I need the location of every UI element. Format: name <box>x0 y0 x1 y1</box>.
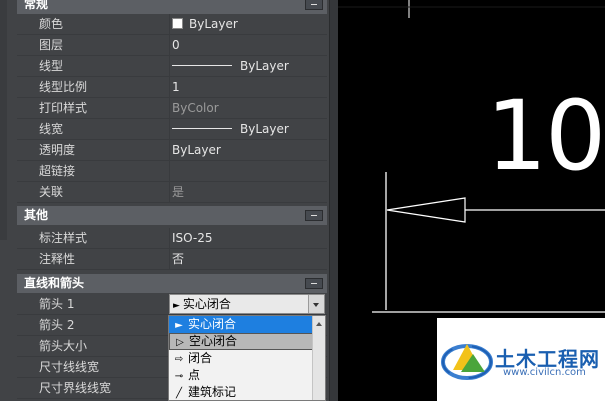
collapse-toggle-icon[interactable] <box>305 0 323 10</box>
collapse-toggle-icon[interactable] <box>305 278 323 289</box>
section-title-general: 常规 <box>24 0 49 11</box>
property-label: 注释性 <box>39 252 76 266</box>
option-label: 空心闭合 <box>189 334 238 348</box>
section-header-other[interactable]: 其他 <box>17 206 327 225</box>
arrow1-combo[interactable]: ► 实心闭合 <box>169 294 325 314</box>
property-label: 关联 <box>39 185 64 199</box>
property-label: 箭头 2 <box>39 318 75 332</box>
arrow-type-dropdown[interactable]: ► 实心闭合 ▷ 空心闭合 ⇨ 闭合 ⊸ 点 ╱ 建筑标记 <box>168 315 326 401</box>
property-row-annotative[interactable]: 注释性 否 <box>17 249 327 270</box>
hollow-arrow-icon: ▷ <box>176 337 184 348</box>
collapse-toggle-icon[interactable] <box>305 210 323 221</box>
dimension-text[interactable]: 10 <box>486 88 605 184</box>
property-value[interactable]: ByLayer <box>169 119 327 139</box>
option-label: 实心闭合 <box>188 317 237 331</box>
property-value[interactable]: ByLayer <box>169 56 327 76</box>
property-value: ByColor <box>169 98 327 118</box>
property-value[interactable]: 否 <box>169 249 327 269</box>
chevron-down-icon[interactable] <box>308 295 324 313</box>
section-header-lines-arrows[interactable]: 直线和箭头 <box>17 274 327 293</box>
arrow1-value: 实心闭合 <box>182 297 231 311</box>
property-label: 打印样式 <box>39 101 88 115</box>
solid-arrow-icon: ► <box>175 320 183 331</box>
property-row-associative[interactable]: 关联 是 <box>17 182 327 203</box>
dropdown-option-dot[interactable]: ⊸ 点 <box>169 367 325 384</box>
option-label: 点 <box>188 368 201 382</box>
option-label: 建筑标记 <box>188 385 237 399</box>
dropdown-option-closed[interactable]: ⇨ 闭合 <box>169 350 325 367</box>
property-label: 箭头 1 <box>39 297 75 311</box>
dot-icon: ⊸ <box>174 371 184 382</box>
palette-left-strip <box>0 0 7 240</box>
property-row-hyperlink[interactable]: 超链接 <box>17 161 327 182</box>
drawing-canvas[interactable]: 10 土木工程网 www.civilcn.com <box>338 0 605 401</box>
property-row-color[interactable]: 颜色 ByLayer <box>17 14 327 35</box>
dimension-arrowhead-icon <box>386 197 466 223</box>
property-row-linetype[interactable]: 线型 ByLayer <box>17 56 327 77</box>
color-swatch-icon <box>172 18 183 29</box>
civilcn-logo-icon <box>441 344 493 380</box>
lineweight-preview-icon <box>172 128 232 129</box>
property-value: 是 <box>169 182 327 202</box>
dropdown-option-arch-tick[interactable]: ╱ 建筑标记 <box>169 384 325 400</box>
section-title-other: 其他 <box>24 208 49 222</box>
watermark-url: www.civilcn.com <box>503 367 586 378</box>
lineweight-value: ByLayer <box>240 122 289 136</box>
property-label: 箭头大小 <box>39 339 88 353</box>
property-row-lineweight[interactable]: 线宽 ByLayer <box>17 119 327 140</box>
property-row-layer[interactable]: 图层 0 <box>17 35 327 56</box>
dropdown-option-solid-closed[interactable]: ► 实心闭合 <box>169 316 325 333</box>
section-header-general[interactable]: 常规 <box>17 0 327 14</box>
properties-palette: 常规 颜色 ByLayer 图层 0 线型 ByLayer 线型比例 1 打印样… <box>0 0 338 401</box>
property-value[interactable]: 0 <box>169 35 327 55</box>
property-label: 标注样式 <box>39 231 88 245</box>
linetype-preview-icon <box>172 65 232 66</box>
property-row-dim-style[interactable]: 标注样式 ISO-25 <box>17 228 327 249</box>
property-row-transparency[interactable]: 透明度 ByLayer <box>17 140 327 161</box>
property-value[interactable]: ISO-25 <box>169 228 327 248</box>
palette-scrollbar[interactable] <box>329 0 338 401</box>
solid-arrow-icon: ► <box>173 301 180 311</box>
property-label: 尺寸界线线宽 <box>39 381 112 395</box>
property-label: 线型比例 <box>39 80 88 94</box>
property-label: 超链接 <box>39 164 76 178</box>
arch-tick-icon: ╱ <box>175 388 183 399</box>
color-value: ByLayer <box>189 17 238 31</box>
dropdown-scrollbar[interactable] <box>312 316 325 400</box>
property-value[interactable]: ByLayer <box>169 140 327 160</box>
property-label: 颜色 <box>39 17 64 31</box>
property-label: 尺寸线线宽 <box>39 360 100 374</box>
property-value[interactable] <box>169 161 327 181</box>
property-value[interactable]: ByLayer <box>169 14 327 34</box>
property-label: 线型 <box>39 59 64 73</box>
property-label: 线宽 <box>39 122 64 136</box>
property-row-linetype-scale[interactable]: 线型比例 1 <box>17 77 327 98</box>
closed-arrow-icon: ⇨ <box>174 354 184 365</box>
section-title-lines-arrows: 直线和箭头 <box>24 276 85 290</box>
property-label: 图层 <box>39 38 64 52</box>
option-label: 闭合 <box>188 351 213 365</box>
watermark-logo: 土木工程网 www.civilcn.com <box>437 318 605 401</box>
property-row-plot-style[interactable]: 打印样式 ByColor <box>17 98 327 119</box>
linetype-value: ByLayer <box>240 59 289 73</box>
dropdown-option-hollow-closed[interactable]: ▷ 空心闭合 <box>169 333 325 350</box>
property-label: 透明度 <box>39 143 76 157</box>
property-value[interactable]: 1 <box>169 77 327 97</box>
